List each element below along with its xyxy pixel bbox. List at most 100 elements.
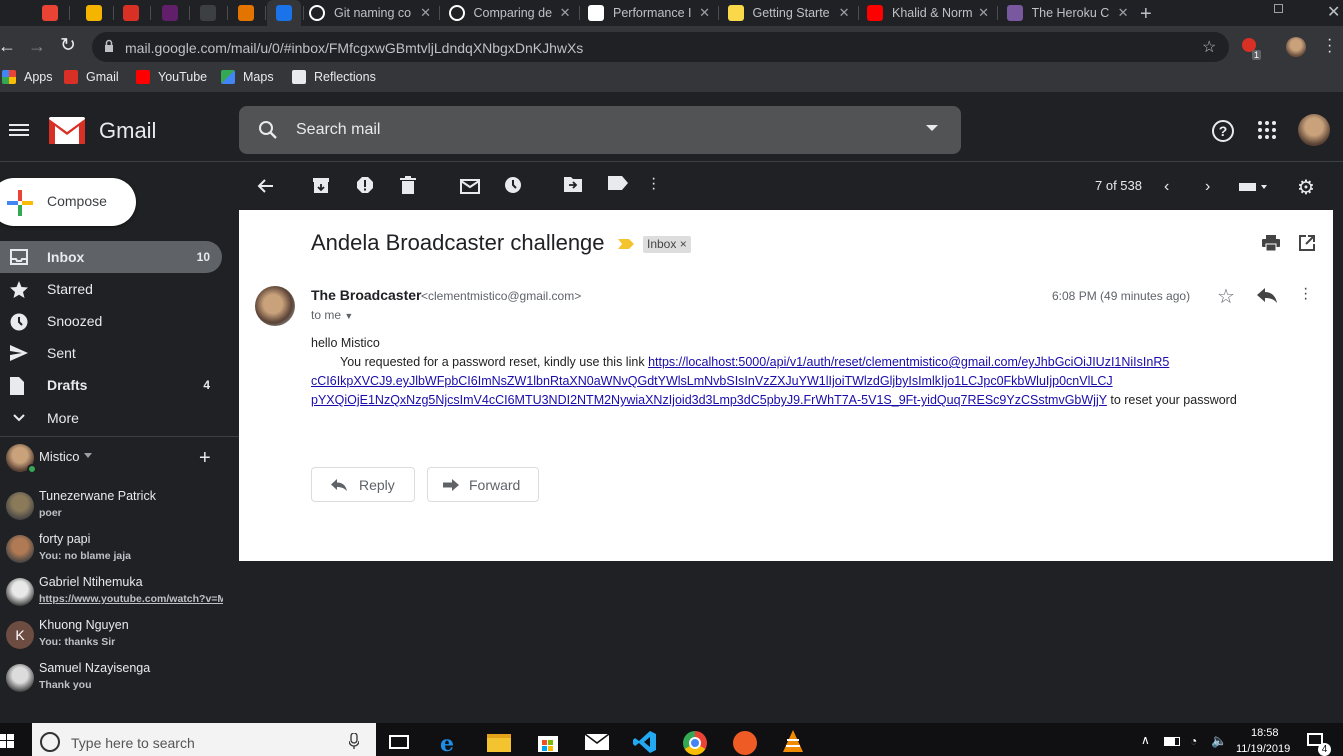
gmail-logo-icon[interactable] xyxy=(49,117,85,144)
label-icon[interactable] xyxy=(608,176,628,196)
new-tab-button[interactable]: + xyxy=(1140,3,1152,26)
reply-icon[interactable] xyxy=(1257,288,1277,303)
nav-item-inbox[interactable]: Inbox 10 xyxy=(0,241,222,273)
close-tab-icon[interactable]: ✕ xyxy=(839,5,850,21)
settings-gear-icon[interactable]: ⚙ xyxy=(1297,175,1315,200)
message-more-icon[interactable]: · · · xyxy=(1303,281,1308,307)
chat-contact[interactable]: Samuel Nzayisenga Thank you xyxy=(6,661,236,707)
window-close-button[interactable]: ✕ xyxy=(1327,2,1340,22)
close-tab-icon[interactable]: ✕ xyxy=(978,5,989,21)
older-icon[interactable]: › xyxy=(1205,178,1210,196)
microphone-icon[interactable] xyxy=(349,733,359,749)
help-icon[interactable]: ? xyxy=(1212,120,1234,142)
reset-link-part3[interactable]: pYXQiOjE1NzQxNzg5NjcsImV4cCI6MTU3NDI2NTM… xyxy=(311,393,1107,407)
reload-icon[interactable]: ↻ xyxy=(60,34,76,57)
bookmark-item[interactable]: Gmail xyxy=(64,70,119,84)
taskbar-search-input[interactable]: Type here to search xyxy=(71,735,195,751)
reset-link-part1[interactable]: https://localhost:5000/api/v1/auth/reset… xyxy=(648,355,1169,369)
bookmark-item[interactable]: YouTube xyxy=(136,70,207,84)
inbox-label-chip[interactable]: Inbox × xyxy=(643,236,691,253)
profile-avatar[interactable] xyxy=(1286,37,1306,57)
window-restore-button[interactable] xyxy=(1274,4,1283,13)
star-icon[interactable]: ☆ xyxy=(1217,284,1235,309)
browser-tab[interactable]: Getting Starte ✕ xyxy=(722,0,856,26)
chat-contact[interactable]: Tunezerwane Patrick poer xyxy=(6,489,236,535)
contact-last-message[interactable]: https://www.youtube.com/watch?v=MC xyxy=(39,593,223,605)
close-tab-icon[interactable]: ✕ xyxy=(699,5,710,21)
close-tab-icon[interactable]: ✕ xyxy=(420,5,431,21)
postman-icon[interactable] xyxy=(733,731,757,755)
main-menu-icon[interactable] xyxy=(9,122,29,138)
report-spam-icon[interactable] xyxy=(356,176,376,196)
nav-item-drafts[interactable]: Drafts 4 xyxy=(0,369,222,401)
account-avatar[interactable] xyxy=(1298,114,1330,146)
task-view-icon[interactable] xyxy=(389,735,409,749)
newer-icon[interactable]: ‹ xyxy=(1164,178,1169,196)
browser-tab[interactable] xyxy=(77,0,111,26)
hangouts-user-name[interactable]: Mistico xyxy=(39,449,79,464)
new-chat-icon[interactable]: + xyxy=(199,447,211,470)
search-icon[interactable] xyxy=(258,120,278,140)
chrome-icon[interactable] xyxy=(683,731,707,755)
move-to-icon[interactable] xyxy=(564,176,584,196)
more-actions-icon[interactable]: · · · xyxy=(651,171,671,197)
print-icon[interactable] xyxy=(1262,235,1280,251)
edge-icon[interactable]: e xyxy=(440,731,454,756)
chat-contact[interactable]: Gabriel Ntihemuka https://www.youtube.com… xyxy=(6,575,236,621)
importance-marker-icon[interactable] xyxy=(618,238,634,250)
clock-time[interactable]: 18:58 xyxy=(1251,727,1279,739)
browser-tab[interactable] xyxy=(267,0,301,26)
windows-start-icon[interactable] xyxy=(0,734,14,748)
wifi-icon[interactable]: ◔ xyxy=(1190,734,1197,748)
close-tab-icon[interactable]: ✕ xyxy=(1118,5,1129,21)
browser-tab[interactable]: Performance I ✕ xyxy=(582,0,716,26)
clock-date[interactable]: 11/19/2019 xyxy=(1236,743,1290,755)
close-tab-icon[interactable]: ✕ xyxy=(560,5,571,21)
bookmark-item[interactable]: Reflections xyxy=(292,70,376,84)
nav-item-sent[interactable]: Sent xyxy=(0,337,222,369)
browser-menu-icon[interactable]: · · · xyxy=(1327,32,1332,60)
sender-name[interactable]: The Broadcaster xyxy=(311,287,421,303)
hangouts-status-dropdown-icon[interactable] xyxy=(84,453,92,459)
mail-app-icon[interactable] xyxy=(585,734,609,750)
input-tools-icon[interactable] xyxy=(1239,182,1269,192)
vlc-icon[interactable] xyxy=(781,730,805,754)
forward-button[interactable]: Forward xyxy=(427,467,539,502)
search-options-icon[interactable] xyxy=(926,124,938,132)
recipient-details-toggle[interactable]: to me ▼ xyxy=(311,308,353,322)
browser-tab[interactable]: Git naming co ✕ xyxy=(303,0,437,26)
battery-icon[interactable] xyxy=(1164,737,1180,746)
bookmark-star-icon[interactable]: ☆ xyxy=(1202,37,1216,57)
chat-contact[interactable]: K Khuong Nguyen You: thanks Sir xyxy=(6,618,236,664)
back-icon[interactable]: ← xyxy=(0,36,16,57)
browser-tab[interactable]: The Heroku C ✕ xyxy=(1001,0,1135,26)
remove-label-icon[interactable]: × xyxy=(680,237,687,251)
browser-tab[interactable] xyxy=(114,0,148,26)
nav-item-more[interactable]: More xyxy=(0,402,222,434)
open-new-window-icon[interactable] xyxy=(1299,235,1315,251)
reset-link-part2[interactable]: cCI6IkpXVCJ9.eyJlbWFpbCI6ImNsZW1lbnRtaXN… xyxy=(311,374,1113,388)
store-icon[interactable] xyxy=(537,731,559,753)
bookmark-item[interactable]: Apps xyxy=(2,70,53,84)
back-to-inbox-icon[interactable] xyxy=(256,176,276,196)
file-explorer-icon[interactable] xyxy=(487,734,511,752)
archive-icon[interactable] xyxy=(312,176,332,196)
browser-tab[interactable] xyxy=(153,0,187,26)
volume-icon[interactable]: 🔈 xyxy=(1211,733,1227,749)
forward-icon[interactable]: → xyxy=(28,36,46,57)
bookmark-item[interactable]: Maps xyxy=(221,70,274,84)
snooze-icon[interactable] xyxy=(504,176,524,196)
nav-item-starred[interactable]: Starred xyxy=(0,273,222,305)
browser-tab[interactable]: Khalid & Norm ✕ xyxy=(861,0,995,26)
apps-grid-icon[interactable] xyxy=(1258,121,1276,139)
sender-avatar[interactable] xyxy=(255,286,295,326)
browser-tab[interactable]: Comparing de ✕ xyxy=(443,0,577,26)
search-input[interactable]: Search mail xyxy=(296,121,380,139)
browser-tab[interactable] xyxy=(33,0,67,26)
nav-item-snoozed[interactable]: Snoozed xyxy=(0,305,222,337)
mark-unread-icon[interactable] xyxy=(460,176,480,196)
chat-contact[interactable]: forty papi You: no blame jaja xyxy=(6,532,236,578)
browser-tab[interactable] xyxy=(229,0,263,26)
browser-tab[interactable] xyxy=(191,0,225,26)
show-hidden-icons[interactable]: ∧ xyxy=(1141,733,1150,747)
